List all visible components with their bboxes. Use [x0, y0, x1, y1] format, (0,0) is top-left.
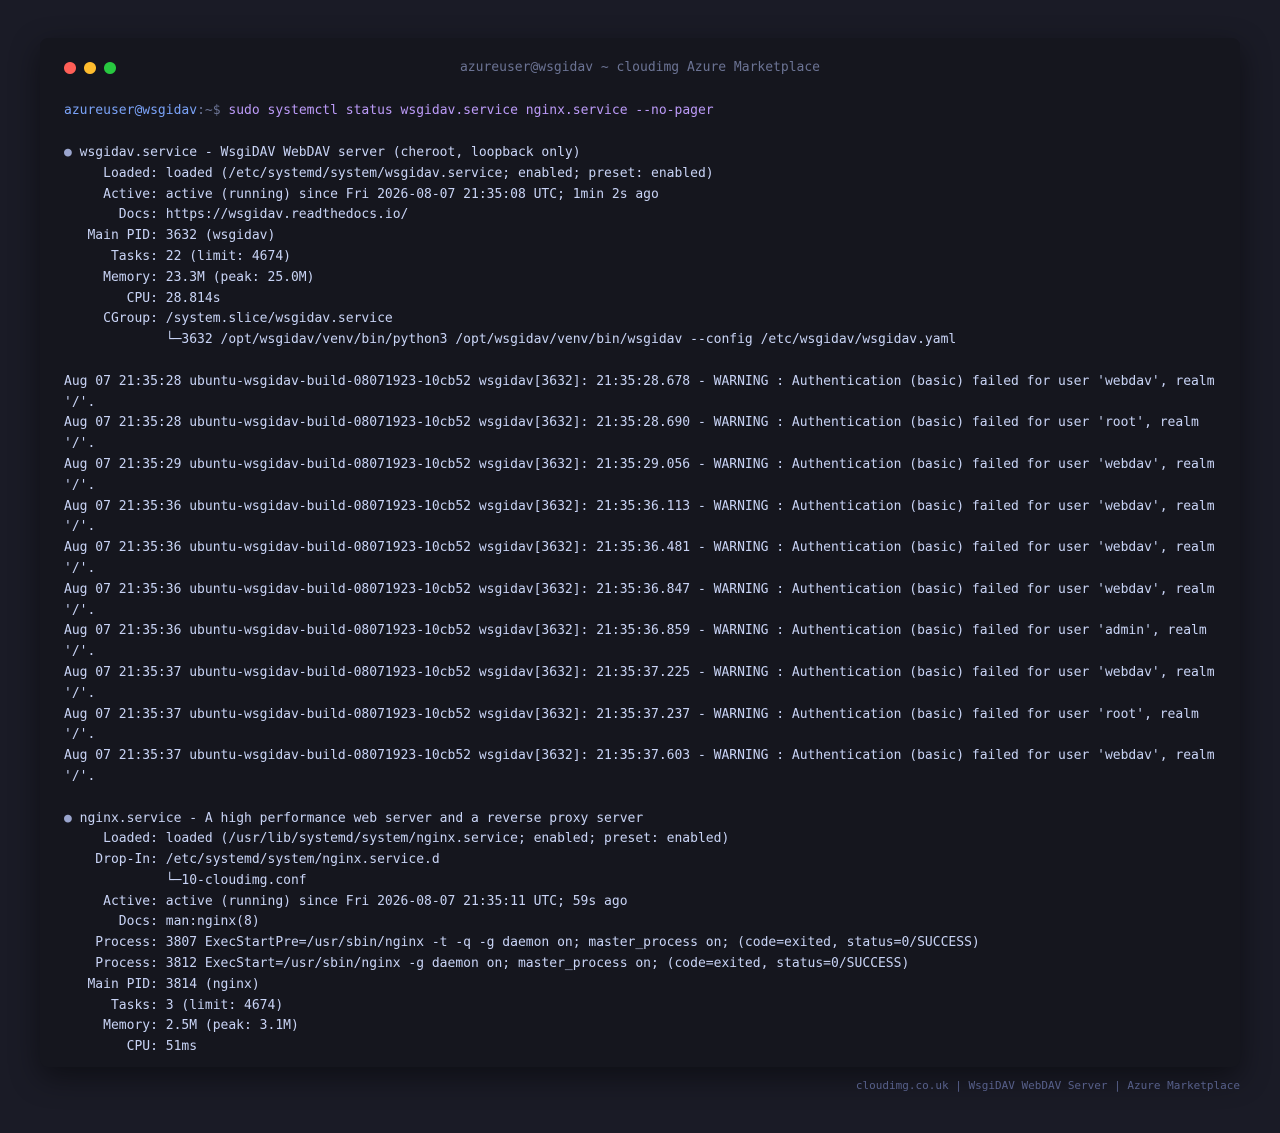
status-line: Main PID: 3814 (nginx) — [64, 976, 260, 992]
log-line: '/'. — [64, 394, 96, 410]
status-line: Tasks: 22 (limit: 4674) — [64, 248, 291, 264]
log-line: '/'. — [64, 602, 96, 618]
status-line: Active: active (running) since Fri 2026-… — [64, 893, 628, 909]
log-line: Aug 07 21:35:36 ubuntu-wsgidav-build-080… — [64, 623, 1207, 639]
wsgidav-status-details: Loaded: loaded (/etc/systemd/system/wsgi… — [64, 164, 1216, 351]
status-line: Process: 3807 ExecStartPre=/usr/sbin/ngi… — [64, 935, 980, 951]
status-line: Active: active (running) since Fri 2026-… — [64, 186, 659, 202]
wsgidav-service-header: ● wsgidav.service - WsgiDAV WebDAV serve… — [64, 143, 1216, 164]
log-line: Aug 07 21:35:37 ubuntu-wsgidav-build-080… — [64, 664, 1215, 680]
nginx-service-header: ● nginx.service - A high performance web… — [64, 809, 1216, 830]
status-line: └─10-cloudimg.conf — [64, 872, 307, 888]
status-line: CGroup: /system.slice/wsgidav.service — [64, 311, 393, 327]
log-line: '/'. — [64, 477, 96, 493]
status-bullet-icon: ● — [64, 145, 72, 160]
log-line: '/'. — [64, 768, 96, 784]
nginx-status-details: Loaded: loaded (/usr/lib/systemd/system/… — [64, 829, 1216, 1058]
status-line: Main PID: 3632 (wsgidav) — [64, 228, 276, 244]
log-line: Aug 07 21:35:28 ubuntu-wsgidav-build-080… — [64, 415, 1199, 431]
status-line: Memory: 23.3M (peak: 25.0M) — [64, 269, 315, 285]
log-line: Aug 07 21:35:29 ubuntu-wsgidav-build-080… — [64, 456, 1215, 472]
command-prompt: azureuser@wsgidav:~$ sudo systemctl stat… — [64, 101, 1216, 121]
log-line: '/'. — [64, 644, 96, 660]
log-line: '/'. — [64, 560, 96, 576]
status-line: Process: 3812 ExecStart=/usr/sbin/nginx … — [64, 956, 910, 972]
status-line: Loaded: loaded (/etc/systemd/system/wsgi… — [64, 165, 714, 181]
log-line: Aug 07 21:35:36 ubuntu-wsgidav-build-080… — [64, 498, 1215, 514]
footer-branding: cloudimg.co.uk | WsgiDAV WebDAV Server |… — [855, 1079, 1240, 1092]
log-line: Aug 07 21:35:36 ubuntu-wsgidav-build-080… — [64, 581, 1215, 597]
terminal-window[interactable]: azureuser@wsgidav ~ cloudimg Azure Marke… — [40, 38, 1240, 1067]
status-line: Docs: man:nginx(8) — [64, 914, 260, 930]
status-line: Memory: 2.5M (peak: 3.1M) — [64, 1018, 299, 1034]
wsgidav-journal-log: Aug 07 21:35:28 ubuntu-wsgidav-build-080… — [64, 372, 1216, 788]
status-line: CPU: 28.814s — [64, 290, 221, 306]
log-line: '/'. — [64, 685, 96, 701]
log-line: Aug 07 21:35:37 ubuntu-wsgidav-build-080… — [64, 706, 1199, 722]
status-bullet-icon: ● — [64, 810, 72, 826]
log-line: Aug 07 21:35:36 ubuntu-wsgidav-build-080… — [64, 540, 1215, 556]
window-title: azureuser@wsgidav ~ cloudimg Azure Marke… — [459, 60, 821, 75]
log-line: Aug 07 21:35:37 ubuntu-wsgidav-build-080… — [64, 748, 1215, 764]
status-line: CPU: 51ms — [64, 1039, 198, 1055]
prompt-user-host: azureuser@wsgidav — [64, 103, 198, 118]
status-line: Loaded: loaded (/usr/lib/systemd/system/… — [64, 831, 730, 847]
wsgidav-service-title: wsgidav.service - WsgiDAV WebDAV server … — [71, 145, 581, 160]
log-line: '/'. — [64, 519, 96, 535]
log-line: '/'. — [64, 727, 96, 743]
log-line: '/'. — [64, 436, 96, 452]
prompt-command: sudo systemctl status wsgidav.service ng… — [228, 103, 714, 118]
nginx-service-title: nginx.service - A high performance web s… — [71, 810, 644, 826]
status-line: └─3632 /opt/wsgidav/venv/bin/python3 /op… — [64, 332, 957, 348]
status-line: Docs: https://wsgidav.readthedocs.io/ — [64, 207, 409, 223]
log-line: Aug 07 21:35:28 ubuntu-wsgidav-build-080… — [64, 373, 1215, 389]
status-line: Tasks: 3 (limit: 4674) — [64, 997, 284, 1013]
status-line: Drop-In: /etc/systemd/system/nginx.servi… — [64, 852, 440, 868]
title-bar: azureuser@wsgidav ~ cloudimg Azure Marke… — [64, 38, 1216, 98]
command-output: ● wsgidav.service - WsgiDAV WebDAV serve… — [64, 143, 1216, 1058]
prompt-path: :~$ — [197, 103, 229, 118]
